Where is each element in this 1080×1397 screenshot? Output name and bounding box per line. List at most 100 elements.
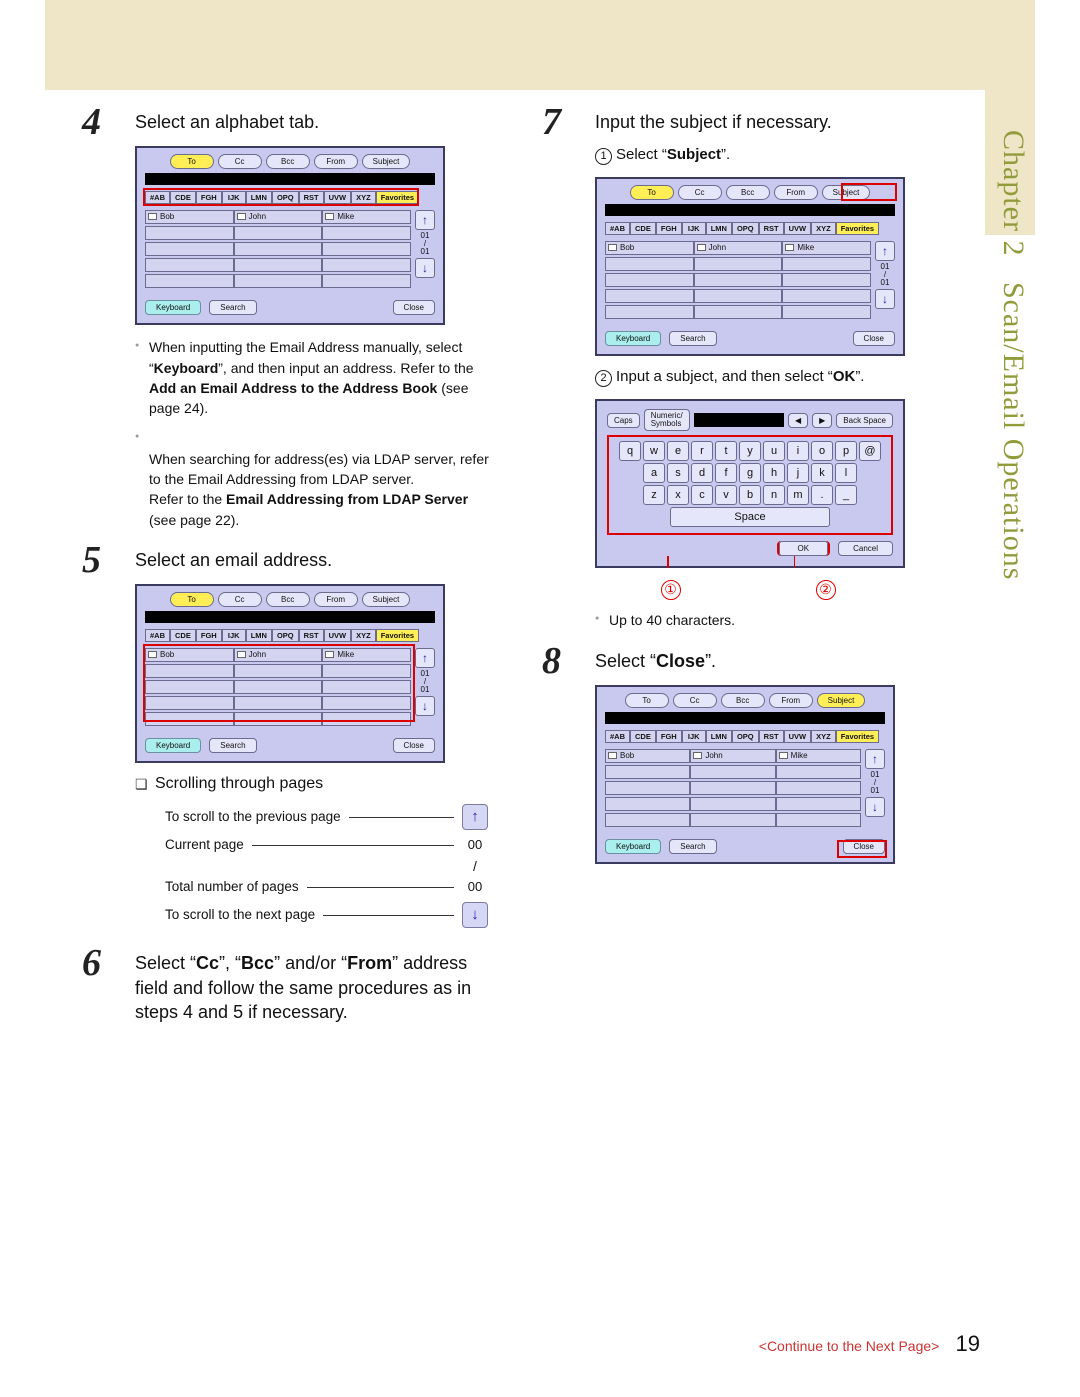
key[interactable]: u bbox=[763, 441, 785, 461]
address-cell[interactable] bbox=[690, 813, 775, 827]
tab-from[interactable]: From bbox=[314, 592, 358, 607]
alpha-tab[interactable]: FGH bbox=[196, 191, 222, 204]
alpha-tab[interactable]: RST bbox=[759, 222, 784, 235]
address-cell[interactable]: Mike bbox=[322, 210, 411, 224]
tab-subject[interactable]: Subject bbox=[362, 154, 411, 169]
address-cell[interactable] bbox=[782, 257, 871, 271]
ok-button[interactable]: OK bbox=[779, 541, 829, 556]
search-button[interactable]: Search bbox=[209, 300, 256, 315]
tab-cc[interactable]: Cc bbox=[673, 693, 717, 708]
alpha-tab[interactable]: FGH bbox=[656, 222, 682, 235]
address-cell[interactable] bbox=[605, 797, 690, 811]
address-cell[interactable] bbox=[694, 305, 783, 319]
scroll-up-button[interactable]: ↑ bbox=[865, 749, 885, 769]
address-cell[interactable] bbox=[322, 242, 411, 256]
address-cell[interactable] bbox=[322, 696, 411, 710]
search-button[interactable]: Search bbox=[669, 839, 716, 854]
tab-bcc[interactable]: Bcc bbox=[726, 185, 770, 200]
numeric-symbols-button[interactable]: Numeric/ Symbols bbox=[644, 409, 690, 431]
address-cell[interactable]: Mike bbox=[776, 749, 861, 763]
address-cell[interactable] bbox=[234, 664, 323, 678]
alpha-tab[interactable]: IJK bbox=[682, 730, 706, 743]
tab-from[interactable]: From bbox=[314, 154, 358, 169]
address-cell[interactable] bbox=[322, 712, 411, 726]
scroll-down-button[interactable]: ↓ bbox=[415, 258, 435, 278]
alpha-tab-favorites[interactable]: Favorites bbox=[836, 730, 879, 743]
address-cell[interactable] bbox=[782, 273, 871, 287]
close-button[interactable]: Close bbox=[393, 300, 435, 315]
alpha-tab-favorites[interactable]: Favorites bbox=[836, 222, 879, 235]
scroll-down-button[interactable]: ↓ bbox=[875, 289, 895, 309]
keyboard-button[interactable]: Keyboard bbox=[145, 300, 201, 315]
key[interactable]: j bbox=[787, 463, 809, 483]
address-cell[interactable] bbox=[322, 664, 411, 678]
search-button[interactable]: Search bbox=[209, 738, 256, 753]
tab-to[interactable]: To bbox=[630, 185, 674, 200]
key[interactable]: b bbox=[739, 485, 761, 505]
alpha-tab[interactable]: IJK bbox=[222, 629, 246, 642]
key[interactable]: _ bbox=[835, 485, 857, 505]
address-cell[interactable] bbox=[234, 258, 323, 272]
address-cell[interactable] bbox=[694, 257, 783, 271]
alpha-tab[interactable]: RST bbox=[759, 730, 784, 743]
address-cell[interactable] bbox=[145, 664, 234, 678]
alpha-tab[interactable]: RST bbox=[299, 191, 324, 204]
address-cell[interactable]: Bob bbox=[145, 648, 234, 662]
alpha-tab[interactable]: CDE bbox=[170, 629, 196, 642]
key[interactable]: p bbox=[835, 441, 857, 461]
key[interactable]: z bbox=[643, 485, 665, 505]
key[interactable]: t bbox=[715, 441, 737, 461]
alpha-tab[interactable]: OPQ bbox=[272, 191, 299, 204]
address-cell[interactable] bbox=[605, 289, 694, 303]
alpha-tab[interactable]: OPQ bbox=[272, 629, 299, 642]
tab-subject[interactable]: Subject bbox=[822, 185, 871, 200]
key[interactable]: s bbox=[667, 463, 689, 483]
key[interactable]: r bbox=[691, 441, 713, 461]
backspace-button[interactable]: Back Space bbox=[836, 413, 893, 428]
address-cell[interactable] bbox=[694, 273, 783, 287]
scroll-up-button[interactable]: ↑ bbox=[875, 241, 895, 261]
alpha-tab[interactable]: XYZ bbox=[351, 191, 376, 204]
keyboard-button[interactable]: Keyboard bbox=[605, 839, 661, 854]
alpha-tab[interactable]: IJK bbox=[682, 222, 706, 235]
address-cell[interactable] bbox=[605, 813, 690, 827]
alpha-tab[interactable]: LMN bbox=[246, 629, 272, 642]
address-cell[interactable] bbox=[605, 305, 694, 319]
scroll-up-button[interactable]: ↑ bbox=[415, 648, 435, 668]
alpha-tab[interactable]: CDE bbox=[630, 730, 656, 743]
scroll-down-button[interactable]: ↓ bbox=[415, 696, 435, 716]
address-cell[interactable] bbox=[145, 696, 234, 710]
search-button[interactable]: Search bbox=[669, 331, 716, 346]
address-cell[interactable]: Mike bbox=[322, 648, 411, 662]
caps-button[interactable]: Caps bbox=[607, 413, 640, 428]
alpha-tab[interactable]: XYZ bbox=[811, 222, 836, 235]
address-cell[interactable] bbox=[322, 258, 411, 272]
alpha-tab-favorites[interactable]: Favorites bbox=[376, 629, 419, 642]
address-cell[interactable] bbox=[145, 258, 234, 272]
key[interactable]: i bbox=[787, 441, 809, 461]
address-cell[interactable] bbox=[776, 797, 861, 811]
key[interactable]: n bbox=[763, 485, 785, 505]
alpha-tab[interactable]: XYZ bbox=[351, 629, 376, 642]
key[interactable]: x bbox=[667, 485, 689, 505]
address-cell[interactable] bbox=[605, 273, 694, 287]
alpha-tab[interactable]: FGH bbox=[196, 629, 222, 642]
address-cell[interactable] bbox=[234, 680, 323, 694]
tab-to[interactable]: To bbox=[170, 592, 214, 607]
address-cell[interactable]: John bbox=[234, 210, 323, 224]
key[interactable]: . bbox=[811, 485, 833, 505]
address-cell[interactable] bbox=[145, 226, 234, 240]
address-cell[interactable] bbox=[322, 680, 411, 694]
key[interactable]: m bbox=[787, 485, 809, 505]
cancel-button[interactable]: Cancel bbox=[838, 541, 893, 556]
address-cell[interactable]: John bbox=[690, 749, 775, 763]
address-cell[interactable] bbox=[694, 289, 783, 303]
key[interactable]: w bbox=[643, 441, 665, 461]
nav-left-button[interactable]: ◀ bbox=[788, 413, 808, 428]
close-button[interactable]: Close bbox=[393, 738, 435, 753]
address-cell[interactable] bbox=[145, 680, 234, 694]
address-cell[interactable] bbox=[776, 765, 861, 779]
alpha-tab[interactable]: FGH bbox=[656, 730, 682, 743]
address-cell[interactable]: Mike bbox=[782, 241, 871, 255]
alpha-tab[interactable]: CDE bbox=[630, 222, 656, 235]
